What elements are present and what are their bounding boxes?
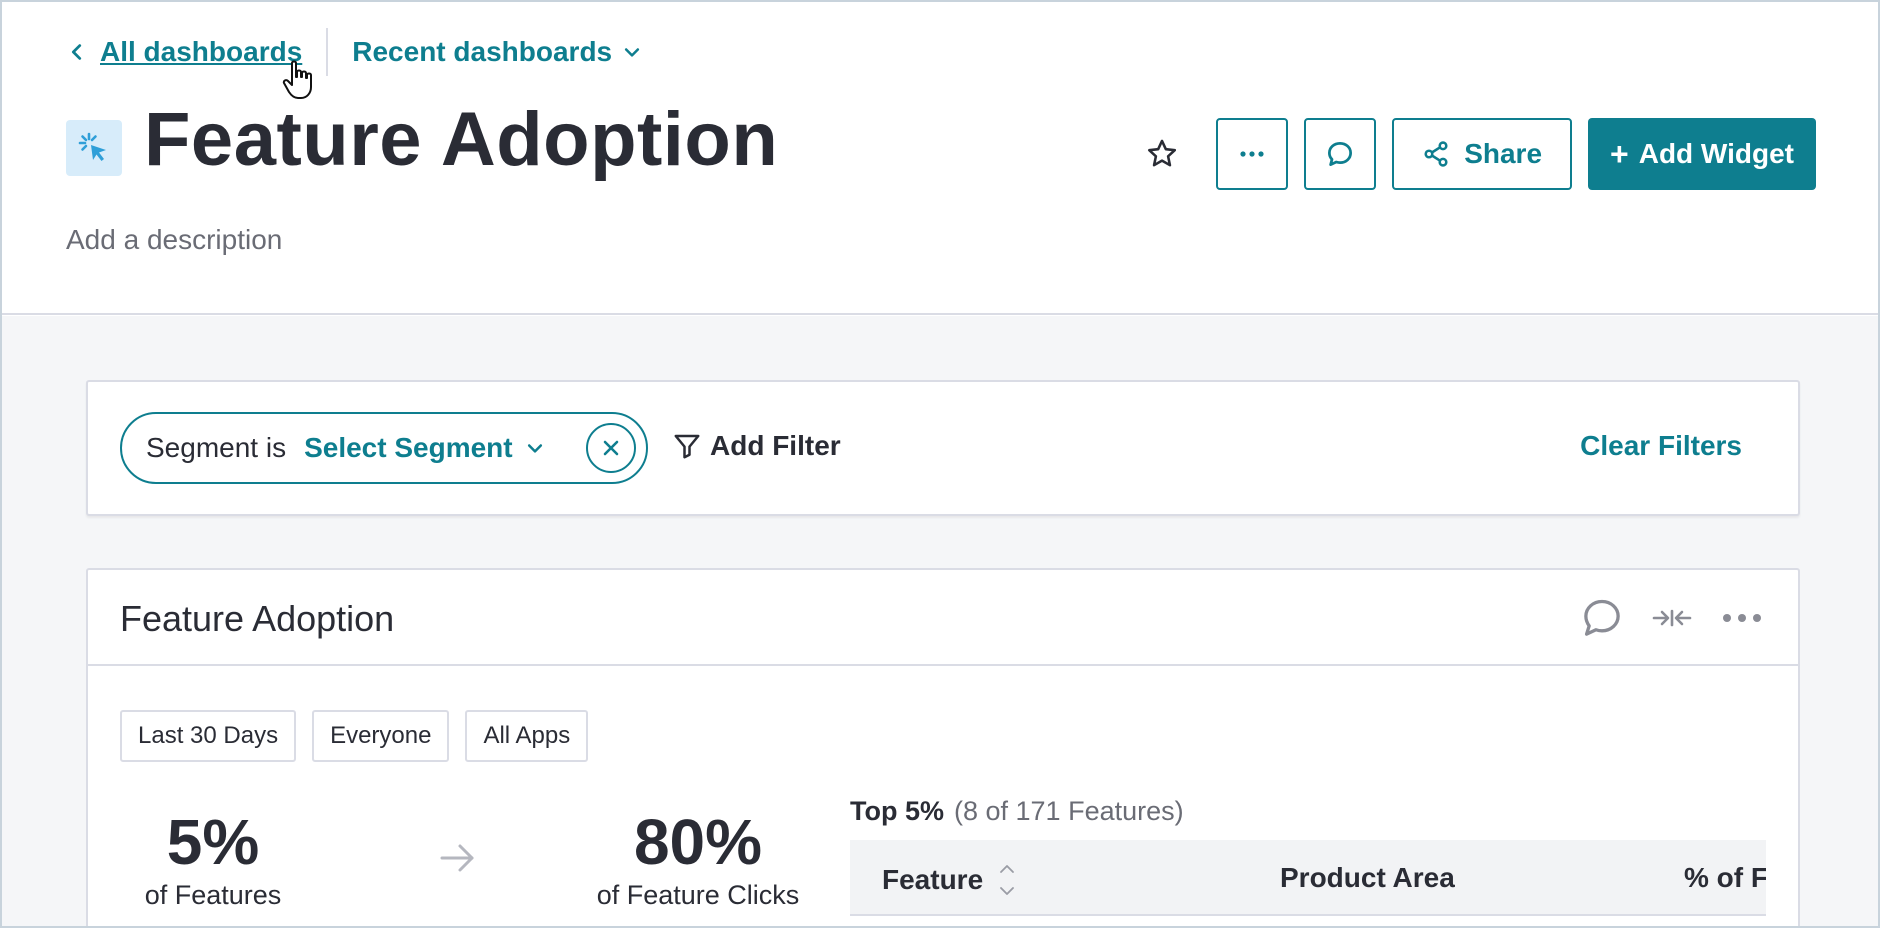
features-percent-value: 5% bbox=[166, 806, 260, 878]
comment-button[interactable] bbox=[1304, 118, 1377, 190]
segment-filter-pill: Segment is Select Segment bbox=[120, 412, 648, 484]
chevron-down-icon bbox=[625, 48, 640, 57]
widget-toolbar bbox=[1556, 594, 1766, 642]
features-percent-label: of Features bbox=[144, 880, 282, 910]
arrow-right-icon bbox=[440, 844, 474, 872]
breadcrumb: All dashboards Recent dashboards bbox=[66, 28, 642, 76]
widget-title: Feature Adoption bbox=[120, 598, 395, 639]
filter-bar: Segment is Select Segment Add Filter Cle… bbox=[86, 380, 1800, 516]
ellipsis-icon bbox=[1240, 151, 1264, 157]
top-caption-count: (8 of 171 Features) bbox=[954, 796, 1184, 826]
widget-collapse-button[interactable] bbox=[1648, 594, 1696, 642]
date-range-chip[interactable]: Last 30 Days bbox=[120, 710, 297, 762]
star-icon bbox=[1148, 139, 1177, 167]
remove-segment-filter-button[interactable] bbox=[586, 423, 636, 473]
filter-icon bbox=[674, 434, 700, 459]
share-icon bbox=[1424, 141, 1448, 167]
column-header-percent-of-feature-clicks[interactable]: % of Fe bbox=[1684, 862, 1766, 894]
widget-comment-button[interactable] bbox=[1578, 594, 1626, 642]
comment-icon bbox=[1584, 599, 1620, 636]
column-header-product-area[interactable]: Product Area bbox=[1280, 862, 1455, 894]
top-features-caption: Top 5% (8 of 171 Features) bbox=[850, 796, 1184, 827]
feature-adoption-widget: Feature Adoption Last 30 Days Everyone A… bbox=[86, 568, 1800, 926]
clicks-percent-label: of Feature Clicks bbox=[596, 880, 800, 910]
all-dashboards-label: All dashboards bbox=[100, 36, 303, 67]
chevron-left-icon bbox=[71, 44, 82, 60]
collapse-arrows-icon bbox=[1652, 609, 1692, 627]
widget-header: Feature Adoption bbox=[88, 570, 1798, 666]
clicks-percent-value: 80% bbox=[633, 806, 763, 878]
clear-filters-button[interactable]: Clear Filters bbox=[1580, 430, 1742, 462]
recent-dashboards-dropdown[interactable]: Recent dashboards bbox=[352, 36, 642, 68]
widget-filter-chips: Last 30 Days Everyone All Apps bbox=[120, 710, 604, 762]
column-header-feature[interactable]: Feature bbox=[882, 862, 1015, 898]
segment-select-dropdown[interactable]: Select Segment bbox=[304, 432, 545, 464]
more-options-button[interactable] bbox=[1216, 118, 1289, 190]
favorite-button[interactable] bbox=[1142, 134, 1182, 174]
plus-icon: + bbox=[1610, 135, 1629, 172]
page-title: Feature Adoption bbox=[144, 97, 779, 182]
recent-dashboards-label: Recent dashboards bbox=[352, 36, 613, 67]
title-row: Feature Adoption bbox=[66, 96, 778, 183]
apps-chip[interactable]: All Apps bbox=[465, 710, 589, 762]
table-header: Feature Product Area % of Fe bbox=[850, 840, 1766, 916]
close-icon bbox=[603, 440, 619, 456]
widget-more-button[interactable] bbox=[1718, 594, 1766, 642]
share-label: Share bbox=[1464, 138, 1543, 169]
comment-icon bbox=[1328, 142, 1353, 166]
share-button[interactable]: Share bbox=[1392, 118, 1573, 190]
chevron-down-icon bbox=[527, 444, 542, 453]
dashboard-content: Segment is Select Segment Add Filter Cle… bbox=[2, 316, 1878, 926]
top-caption-bold: Top 5% bbox=[850, 796, 944, 826]
clicks-percent-stat: 80% of Feature Clicks bbox=[578, 806, 818, 911]
header-actions: Share + Add Widget bbox=[1142, 118, 1816, 190]
ellipsis-icon bbox=[1723, 614, 1761, 622]
dashboard-header: All dashboards Recent dashboards Feature… bbox=[2, 2, 1878, 315]
app-frame: All dashboards Recent dashboards Feature… bbox=[0, 0, 1880, 928]
cursor-click-icon bbox=[66, 119, 122, 176]
add-filter-button[interactable]: Add Filter bbox=[672, 430, 841, 462]
column-feature-label: Feature bbox=[882, 864, 984, 895]
segment-chip[interactable]: Everyone bbox=[312, 710, 450, 762]
features-percent-stat: 5% of Features bbox=[128, 806, 298, 911]
add-widget-label: Add Widget bbox=[1638, 138, 1794, 169]
segment-filter-label: Segment is bbox=[146, 432, 287, 463]
hand-cursor-icon bbox=[282, 60, 312, 99]
sort-icon bbox=[1000, 865, 1015, 895]
add-filter-label: Add Filter bbox=[710, 430, 841, 461]
description-field[interactable]: Add a description bbox=[66, 224, 282, 256]
breadcrumb-divider bbox=[326, 28, 329, 76]
segment-select-value: Select Segment bbox=[304, 432, 513, 463]
add-widget-button[interactable]: + Add Widget bbox=[1588, 118, 1816, 190]
all-dashboards-link[interactable]: All dashboards bbox=[66, 36, 302, 68]
